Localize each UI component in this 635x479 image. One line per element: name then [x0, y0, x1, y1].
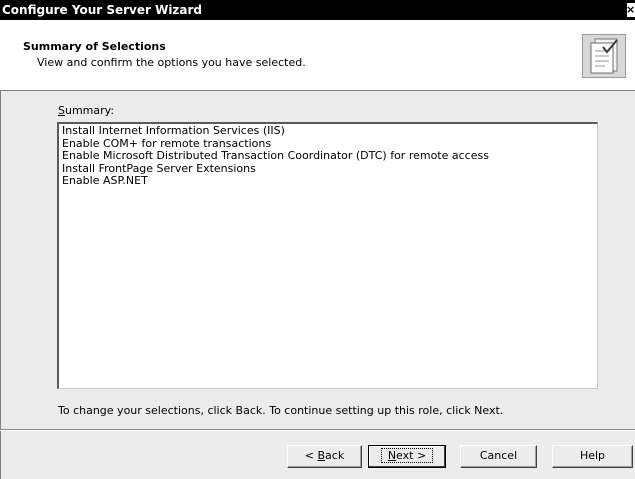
page-title: Summary of Selections [23, 40, 166, 53]
server-checklist-icon [582, 34, 626, 78]
wizard-window: Configure Your Server Wizard × Summary o… [0, 0, 635, 479]
cancel-button[interactable]: Cancel [460, 445, 537, 468]
back-button-text: ack [325, 449, 345, 462]
back-button-mnemonic: B [317, 449, 326, 462]
summary-line: Enable ASP.NET [62, 174, 148, 187]
title-bar[interactable]: Configure Your Server Wizard × [0, 0, 635, 20]
summary-line: Enable Microsoft Distributed Transaction… [62, 149, 489, 162]
close-icon[interactable]: × [627, 3, 635, 17]
wizard-header: Summary of Selections View and confirm t… [0, 20, 635, 91]
help-button[interactable]: Help [552, 445, 633, 468]
window-title: Configure Your Server Wizard [2, 3, 203, 17]
next-button-mnemonic: N [387, 449, 397, 462]
summary-label-text: ummary: [64, 104, 115, 117]
summary-label-mnemonic: S [58, 104, 65, 117]
next-button[interactable]: Next > [368, 445, 446, 468]
back-button-prefix: < [304, 449, 318, 462]
summary-label: Summary: [58, 104, 114, 117]
summary-line: Install Internet Information Services (I… [62, 124, 285, 137]
footer-divider [0, 429, 635, 431]
next-button-focus: Next > [380, 448, 434, 463]
next-button-text: ext > [396, 449, 427, 462]
back-button[interactable]: < Back [287, 445, 362, 468]
summary-textbox[interactable]: Install Internet Information Services (I… [57, 122, 598, 389]
instruction-text: To change your selections, click Back. T… [58, 404, 504, 417]
page-subtitle: View and confirm the options you have se… [37, 56, 306, 69]
